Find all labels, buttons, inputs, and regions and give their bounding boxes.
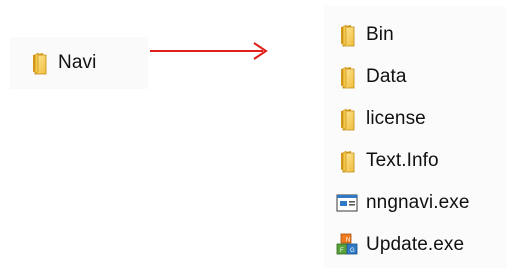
file-item-update-exe[interactable]: N F G Update.exe [334,224,470,266]
file-label: license [366,108,426,129]
folder-icon [334,64,360,90]
folder-contents-panel: Bin Data license Text.Info nngnavi.exe N… [324,6,506,268]
svg-text:G: G [350,248,355,254]
folder-label: Navi [58,52,97,73]
file-label: Data [366,66,407,87]
folder-icon [334,148,360,174]
file-label: Bin [366,24,394,45]
folder-icon [26,50,52,76]
source-folder-panel: Navi [10,37,148,89]
update-blocks-icon: N F G [334,232,360,258]
folder-item-license[interactable]: license [334,98,470,140]
file-label: Update.exe [366,234,465,255]
svg-text:F: F [340,248,344,254]
folder-item-data[interactable]: Data [334,56,470,98]
file-label: nngnavi.exe [366,192,470,213]
arrow-right-icon [150,42,268,60]
file-list: Bin Data license Text.Info nngnavi.exe N… [334,14,470,266]
folder-icon [334,106,360,132]
navi-folder-item[interactable]: Navi [26,45,96,81]
file-label: Text.Info [366,150,439,171]
folder-item-text-info[interactable]: Text.Info [334,140,470,182]
file-item-nngnavi-exe[interactable]: nngnavi.exe [334,182,470,224]
exe-window-icon [334,190,360,216]
svg-text:N: N [346,238,350,244]
folder-item-bin[interactable]: Bin [334,14,470,56]
folder-icon [334,22,360,48]
